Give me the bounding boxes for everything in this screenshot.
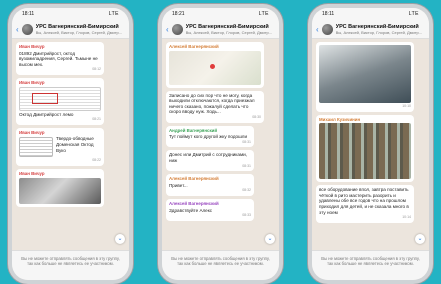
photo-image[interactable] bbox=[19, 177, 101, 204]
message-time: 08:21 bbox=[92, 117, 101, 122]
warehouse-photo[interactable] bbox=[319, 123, 411, 180]
message-time: 08:33 bbox=[242, 213, 251, 218]
message-time: 08:12 bbox=[92, 67, 101, 72]
chat-title: УРС Вагнерянский-Бимирский bbox=[35, 23, 119, 30]
message-time: 08:31 bbox=[242, 139, 251, 144]
message-bubble[interactable]: Иван Вичур Твердо-обводные Доменская Окт… bbox=[16, 127, 104, 166]
message-sender: Иван Вичур bbox=[19, 129, 45, 135]
avatar[interactable] bbox=[171, 23, 183, 35]
signal-icon: LTE bbox=[108, 11, 119, 17]
map-pin-icon bbox=[210, 64, 216, 70]
message-text: 01892 Дмитрийрост, октод вузомиладрения,… bbox=[19, 50, 98, 67]
chat-members: Вы, Алексей, Виктор, Глоров, Сергей, Дми… bbox=[185, 29, 273, 35]
message-sender: Алексей Вагнерянский bbox=[169, 176, 219, 182]
message-sender: Иван Вичур bbox=[19, 44, 45, 49]
phone-3: 18:11 LTE ‹ УРС Вагнерянский-Бимирский В… bbox=[308, 4, 433, 284]
chat-header[interactable]: ‹ УРС Вагнерянский-Бимирский Вы, Алексей… bbox=[312, 20, 429, 39]
message-time: 10:10 bbox=[402, 104, 411, 108]
status-time: 18:11 bbox=[322, 11, 335, 17]
status-bar: 18:21 LTE bbox=[162, 8, 279, 20]
status-bar: 18:11 LTE bbox=[312, 8, 429, 20]
chat-title: УРС Вагнерянский-Бимирский bbox=[185, 23, 269, 30]
group-footer-notice: Вы не можете отправлять сообщения в эту … bbox=[162, 250, 279, 280]
avatar[interactable] bbox=[321, 23, 333, 35]
chat-members: Вы, Алексей, Виктор, Глоров, Сергей, Дми… bbox=[35, 29, 123, 35]
signal-icon: LTE bbox=[258, 11, 269, 17]
message-text: Тут поймут кого другой жку подошли bbox=[169, 134, 248, 140]
message-time: 08:31 bbox=[242, 163, 251, 168]
chat-screen: 18:21 LTE ‹ УРС Вагнерянский-Бимирский В… bbox=[162, 8, 279, 280]
message-sender: Алексей Вагнерянский bbox=[169, 200, 219, 206]
message-bubble[interactable]: Записано до сих пор что не могу, когда в… bbox=[166, 90, 264, 123]
message-time: 10:14 bbox=[402, 215, 411, 220]
phone-1: 18:11 LTE ‹ УРС Вагнерянский-Бимирский В… bbox=[8, 4, 133, 284]
message-list: Иван Вичур 01892 Дмитрийрост, октод вузо… bbox=[12, 39, 129, 213]
chat-title: УРС Вагнерянский-Бимирский bbox=[335, 23, 419, 30]
message-sender: Алексей Вагнерянский bbox=[169, 44, 219, 49]
document-image[interactable] bbox=[19, 86, 101, 111]
message-bubble[interactable]: Андрей Вагнерянский Тут поймут кого друг… bbox=[166, 125, 254, 148]
message-text: Донес или Дмитрий с сотрудниками, ниж bbox=[169, 152, 247, 163]
chevron-left-icon[interactable]: ‹ bbox=[316, 25, 319, 34]
chat-header[interactable]: ‹ УРС Вагнерянский-Бимирский Вы, Алексей… bbox=[162, 20, 279, 39]
message-bubble[interactable]: Иван Вичур bbox=[16, 168, 104, 207]
chevron-left-icon[interactable]: ‹ bbox=[16, 25, 19, 34]
message-bubble[interactable]: 10:10 bbox=[316, 42, 414, 112]
message-sender: Михаил Кузичинин bbox=[319, 116, 361, 122]
chat-info[interactable]: УРС Вагнерянский-Бимирский Вы, Алексей, … bbox=[36, 24, 125, 35]
group-footer-notice: Вы не можете отправлять сообщения в эту … bbox=[12, 250, 129, 280]
message-text: все оборудование впол, завтра поставить … bbox=[319, 187, 409, 215]
message-time: 08:32 bbox=[242, 188, 251, 193]
group-footer-notice: Вы не можете отправлять сообщения в эту … bbox=[312, 250, 429, 280]
document-thumbnail[interactable] bbox=[19, 137, 53, 158]
map-preview[interactable] bbox=[169, 50, 261, 85]
equipment-photo[interactable] bbox=[319, 45, 411, 103]
chat-screen: 18:11 LTE ‹ УРС Вагнерянский-Бимирский В… bbox=[12, 8, 129, 280]
message-text: Записано до сих пор что не могу, когда в… bbox=[169, 92, 255, 115]
message-time: 08:30 bbox=[252, 114, 261, 119]
message-bubble[interactable]: Иван Вичур 01892 Дмитрийрост, октод вузо… bbox=[16, 42, 104, 75]
message-time: 08:22 bbox=[92, 158, 101, 163]
message-bubble[interactable]: Иван Вичур Октод Дмитрийрост лемо 08:21 bbox=[16, 77, 104, 125]
message-sender: Андрей Вагнерянский bbox=[169, 127, 218, 133]
phone-2: 18:21 LTE ‹ УРС Вагнерянский-Бимирский В… bbox=[158, 4, 283, 284]
message-list: 10:10 Михаил Кузичинин все оборудование … bbox=[312, 39, 429, 229]
status-time: 18:21 bbox=[172, 11, 185, 17]
chat-header[interactable]: ‹ УРС Вагнерянский-Бимирский Вы, Алексей… bbox=[12, 20, 129, 39]
chat-info[interactable]: УРС Вагнерянский-Бимирский Вы, Алексей, … bbox=[336, 24, 425, 35]
chat-info[interactable]: УРС Вагнерянский-Бимирский Вы, Алексей, … bbox=[186, 24, 275, 35]
message-bubble[interactable]: Алексей Вагнерянский bbox=[166, 42, 264, 88]
chat-members: Вы, Алексей, Виктор, Глоров, Сергей, Дми… bbox=[335, 29, 423, 35]
chevron-left-icon[interactable]: ‹ bbox=[166, 25, 169, 34]
chat-screen: 18:11 LTE ‹ УРС Вагнерянский-Бимирский В… bbox=[312, 8, 429, 280]
message-bubble[interactable]: Алексей Вагнерянский Привет... 08:32 bbox=[166, 174, 254, 196]
scroll-down-icon[interactable]: ⌄ bbox=[265, 234, 275, 244]
scroll-down-icon[interactable]: ⌄ bbox=[415, 234, 425, 244]
signal-icon: LTE bbox=[408, 11, 419, 17]
message-bubble[interactable]: все оборудование впол, завтра поставить … bbox=[316, 185, 414, 223]
message-sender: Иван Вичур bbox=[19, 170, 45, 176]
status-time: 18:11 bbox=[22, 11, 35, 17]
status-bar: 18:11 LTE bbox=[12, 8, 129, 20]
message-bubble[interactable]: Михаил Кузичинин bbox=[316, 114, 414, 183]
message-bubble[interactable]: Алексей Вагнерянский Здравствуйте Алекс … bbox=[166, 198, 254, 221]
message-bubble[interactable]: Донес или Дмитрий с сотрудниками, ниж 08… bbox=[166, 150, 254, 172]
avatar[interactable] bbox=[21, 23, 33, 35]
message-sender: Иван Вичур bbox=[19, 79, 45, 85]
scroll-down-icon[interactable]: ⌄ bbox=[115, 234, 125, 244]
message-list: Алексей Вагнерянский Записано до сих пор… bbox=[162, 39, 279, 227]
